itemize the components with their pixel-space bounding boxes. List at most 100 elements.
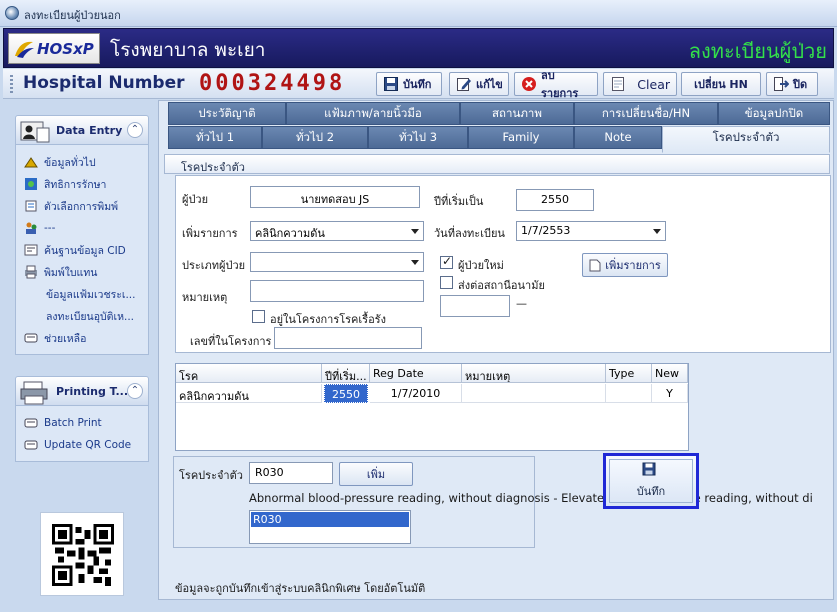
note-field[interactable] — [250, 280, 424, 302]
tab-relatives[interactable]: ประวัติญาติ — [168, 102, 286, 125]
collapse-chevron-icon[interactable]: ⌃ — [127, 122, 143, 138]
start-year-field[interactable]: 2550 — [516, 189, 594, 211]
tab-chronic-disease[interactable]: โรคประจำตัว — [662, 126, 830, 153]
cell-type[interactable] — [606, 384, 652, 403]
cell-note[interactable] — [462, 384, 606, 403]
printing-header[interactable]: Printing T... ⌃ — [15, 376, 149, 406]
tab-family[interactable]: Family — [468, 126, 574, 149]
data-entry-list: ข้อมูลทั่วไป สิทธิการรักษา ตัวเลือกการพิ… — [15, 145, 149, 355]
column-header-type[interactable]: Type — [606, 364, 652, 383]
chronic-program-label: อยู่ในโครงการโรคเรื้อรัง — [270, 313, 386, 326]
sidebar-item-print-replacement[interactable]: พิมพ์ใบแทน — [24, 263, 97, 281]
tab-general-2[interactable]: ทั่วไป 2 — [262, 126, 368, 149]
refer-station-field[interactable] — [440, 295, 510, 317]
hn-label: Hospital Number — [23, 73, 185, 93]
add-item-combo[interactable]: คลินิกความดัน — [250, 221, 424, 241]
column-header-note[interactable]: หมายเหตุ — [462, 364, 606, 383]
hospital-name: โรงพยาบาล พะเยา — [110, 39, 266, 61]
reg-date-label: วันที่ลงทะเบียน — [434, 227, 505, 240]
cid-add-button-label: เพิ่ม — [366, 468, 386, 481]
tab-status[interactable]: สถานภาพ — [460, 102, 574, 125]
delete-button[interactable]: ลบรายการ — [514, 69, 598, 100]
floppy-disk-icon — [642, 462, 656, 476]
new-document-icon — [589, 259, 601, 271]
start-year-label: ปีที่เริ่มเป็น — [434, 195, 484, 208]
cell-start-year[interactable]: 2550 — [324, 384, 368, 403]
tab-confidential[interactable]: ข้อมูลปกปิด — [718, 102, 830, 125]
users-icon — [26, 222, 37, 234]
logo-mark-icon — [15, 41, 34, 58]
sidebar-item-batch-print[interactable]: Batch Print — [24, 414, 102, 432]
cid-code-field[interactable]: R030 — [249, 462, 333, 484]
clear-button[interactable]: Clear — [603, 72, 677, 96]
edit-button-label: แก้ไข — [476, 78, 503, 91]
add-item-button[interactable]: เพิ่มรายการ — [582, 253, 668, 277]
main-panel: ประวัติญาติ แฟ้มภาพ/ลายนิ้วมือ สถานภาพ ก… — [158, 100, 834, 600]
new-patient-checkbox[interactable] — [440, 254, 453, 269]
patient-field[interactable]: นายทดสอบ JS — [250, 186, 420, 208]
sidebar-item-cid-search[interactable]: ค้นฐานข้อมูล CID — [24, 241, 126, 259]
subtab-label: โรคประจำตัว — [181, 161, 245, 174]
save-button[interactable]: บันทึก — [376, 72, 442, 96]
change-hn-button[interactable]: เปลี่ยน HN — [681, 72, 761, 96]
cell-disease[interactable]: คลินิกความดัน — [176, 384, 322, 403]
tab-general-3[interactable]: ทั่วไป 3 — [368, 126, 468, 149]
cid-description: Abnormal blood-pressure reading, without… — [249, 491, 813, 505]
column-header-disease[interactable]: โรค — [176, 364, 322, 383]
chronic-disease-form: ผู้ป่วย นายทดสอบ JS ปีที่เริ่มเป็น 2550 … — [175, 175, 831, 353]
dropdown-arrow-icon[interactable] — [407, 253, 423, 271]
chronic-disease-grid[interactable]: โรค ปีที่เริ่ม... Reg Date หมายเหตุ Type… — [175, 363, 689, 451]
reg-date-picker[interactable]: 1/7/2553 — [516, 221, 666, 241]
sidebar-item-help[interactable]: ช่วยเหลือ — [24, 329, 86, 347]
sidebar-item-print-options[interactable]: ตัวเลือกการพิมพ์ — [24, 197, 118, 215]
collapse-chevron-icon[interactable]: ⌃ — [127, 383, 143, 399]
sidebar-item-update-qr[interactable]: Update QR Code — [24, 436, 131, 454]
tab-general-1[interactable]: ทั่วไป 1 — [168, 126, 262, 149]
close-button[interactable]: ปิด — [766, 72, 818, 96]
dropdown-arrow-icon[interactable] — [407, 222, 423, 240]
cell-reg-date[interactable]: 1/7/2010 — [370, 384, 462, 403]
data-entry-header[interactable]: Data Entry ⌃ — [15, 115, 149, 145]
toolbar: Hospital Number 000324498 บันทึก แก้ไข ล… — [3, 69, 834, 100]
patient-type-label: ประเภทผู้ป่วย — [182, 259, 246, 272]
column-header-new[interactable]: New — [652, 364, 688, 383]
add-item-label: เพิ่มรายการ — [182, 227, 238, 240]
sidebar-item-medical-record[interactable]: ข้อมูลแฟ้มเวชระเ... — [46, 285, 135, 303]
patient-qr-code — [40, 512, 124, 596]
dropdown-arrow-icon[interactable] — [649, 222, 665, 240]
subtab-chronic-disease[interactable]: โรคประจำตัว — [164, 154, 830, 174]
save-chronic-button[interactable]: บันทึก — [603, 453, 699, 509]
sidebar-item-label: ตัวเลือกการพิมพ์ — [44, 200, 119, 213]
sidebar-item-label: ค้นฐานข้อมูล CID — [44, 244, 126, 257]
data-entry-title: Data Entry — [56, 124, 123, 137]
list-item[interactable]: R030 — [251, 512, 409, 527]
edit-icon — [457, 78, 471, 91]
data-entry-icon — [20, 121, 50, 143]
cid-list[interactable]: R030 — [249, 510, 411, 544]
column-header-reg-date[interactable]: Reg Date — [370, 364, 462, 383]
clear-button-label: Clear — [637, 76, 670, 92]
hosxp-logo: HOSxP — [8, 33, 100, 64]
printing-title: Printing T... — [56, 385, 129, 398]
tab-name-hn-change[interactable]: การเปลี่ยนชื่อ/HN — [574, 102, 718, 125]
refer-label: ส่งต่อสถานีอนามัย — [458, 279, 545, 292]
edit-button[interactable]: แก้ไข — [449, 72, 509, 96]
sidebar-item-treatment-rights[interactable]: สิทธิการรักษา — [24, 175, 106, 193]
tab-photos-fingerprints[interactable]: แฟ้มภาพ/ลายนิ้วมือ — [286, 102, 460, 125]
cid-add-button[interactable]: เพิ่ม — [339, 462, 413, 486]
chronic-program-checkbox[interactable] — [252, 310, 265, 323]
column-header-start-year[interactable]: ปีที่เริ่ม... — [322, 364, 370, 383]
hn-value: 000324498 — [199, 71, 346, 96]
note-label: หมายเหตุ — [182, 291, 228, 304]
toolbar-grip[interactable] — [10, 75, 13, 93]
sidebar-item-general-info[interactable]: ข้อมูลทั่วไป — [24, 153, 96, 171]
sidebar-item-separator[interactable]: --- — [24, 219, 55, 237]
tab-note[interactable]: Note — [574, 126, 662, 149]
program-no-field[interactable] — [274, 327, 422, 349]
cell-new[interactable]: Y — [652, 384, 688, 403]
patient-type-combo[interactable] — [250, 252, 424, 272]
window-title: ลงทะเบียนผู้ป่วยนอก — [24, 9, 121, 22]
sidebar-item-accident-registration[interactable]: ลงทะเบียนอุบัติเห... — [46, 307, 134, 325]
refer-checkbox[interactable] — [440, 276, 453, 289]
cid-label: โรคประจำตัว — [179, 469, 243, 482]
